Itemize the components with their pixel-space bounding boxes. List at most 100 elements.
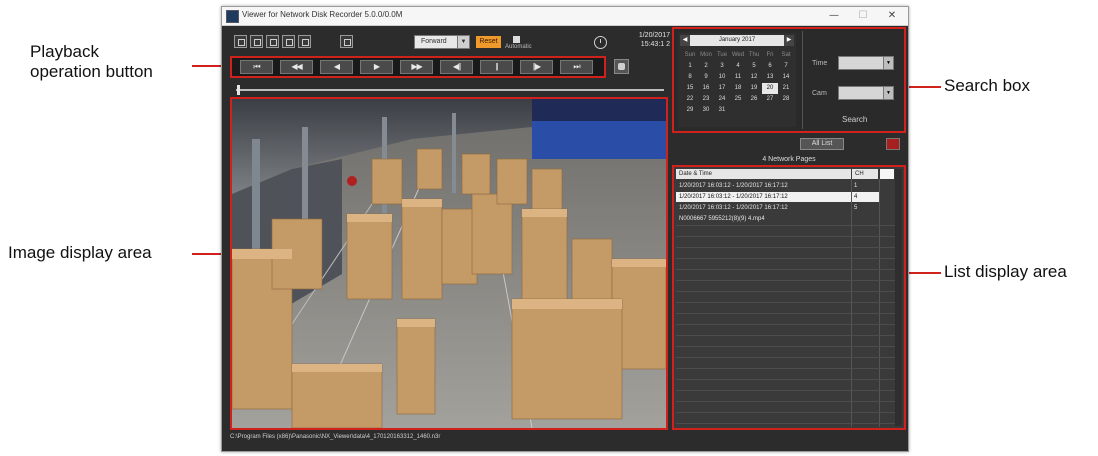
list-row-datetime: N0006667 5955212(8)(9) 4.mp4 — [679, 216, 765, 222]
column-header-ch[interactable]: CH — [852, 169, 878, 179]
reverse-play-button[interactable]: ◀ — [320, 60, 353, 74]
file-path: C:\Program Files (x86)\Panasonic\NX_View… — [230, 434, 441, 440]
list-row[interactable]: 1/20/2017 16:03:12 - 1/20/2017 16:17:12 … — [676, 203, 902, 213]
fast-reverse-button[interactable]: ◀◀ — [280, 60, 313, 74]
calendar-day[interactable]: 21 — [778, 83, 794, 94]
calendar-day[interactable]: 24 — [714, 94, 730, 105]
calendar-day[interactable]: 18 — [730, 83, 746, 94]
list-grid-line — [676, 390, 898, 391]
print-icon[interactable] — [282, 35, 295, 48]
calendar-day[interactable]: 2 — [698, 61, 714, 72]
maximize-button[interactable]: ☐ — [849, 8, 877, 23]
minimize-button[interactable]: — — [820, 8, 848, 23]
calendar-day[interactable]: 25 — [730, 94, 746, 105]
calendar-day[interactable]: 30 — [698, 105, 714, 116]
callout-playback-line2: operation button — [30, 62, 153, 81]
calendar-day[interactable]: 9 — [698, 72, 714, 83]
calendar-day[interactable]: 23 — [698, 94, 714, 105]
calendar-day[interactable]: 11 — [730, 72, 746, 83]
calendar-header: ◀ January 2017 ▶ — [680, 35, 794, 46]
calendar-day[interactable]: 19 — [746, 83, 762, 94]
image-display-area[interactable] — [230, 97, 668, 430]
delete-icon[interactable] — [886, 138, 900, 150]
calendar-day[interactable] — [730, 105, 746, 116]
pause-button[interactable]: || — [480, 60, 513, 74]
calendar-day[interactable]: 31 — [714, 105, 730, 116]
weekday-label: Tue — [716, 52, 728, 58]
seek-bar[interactable] — [236, 89, 664, 91]
page-count: 4 Network Pages — [762, 156, 816, 163]
calendar-day[interactable] — [762, 105, 778, 116]
calendar-weekday-row: Sun Mon Tue Wed Thu Fri Sat — [682, 50, 794, 61]
list-row-datetime: 1/20/2017 16:03:12 - 1/20/2017 16:17:12 — [679, 183, 788, 189]
open-file-icon[interactable] — [234, 35, 247, 48]
time-filter-select[interactable]: ▼ — [838, 56, 894, 70]
frame-forward-button[interactable]: ||▶ — [520, 60, 553, 74]
snapshot-icon[interactable] — [614, 59, 629, 74]
calendar-day[interactable]: 12 — [746, 72, 762, 83]
list-grid-line — [676, 302, 898, 303]
save-icon[interactable] — [266, 35, 279, 48]
list-row-selected[interactable]: 1/20/2017 16:03:12 - 1/20/2017 16:17:12 … — [676, 192, 880, 202]
playback-mode-value: Forward — [421, 38, 447, 45]
list-grid-line — [676, 412, 898, 413]
clock-icon[interactable] — [594, 36, 607, 49]
calendar-day[interactable]: 14 — [778, 72, 794, 83]
calendar-day[interactable]: 13 — [762, 72, 778, 83]
list-grid-line — [676, 357, 898, 358]
list-row[interactable]: N0006667 5955212(8)(9) 4.mp4 — [676, 214, 902, 224]
calendar-day[interactable] — [746, 105, 762, 116]
camera-filter-select[interactable]: ▼ — [838, 86, 894, 100]
calendar-day[interactable]: 4 — [730, 61, 746, 72]
calendar-day[interactable]: 27 — [762, 94, 778, 105]
list-row-datetime: 1/20/2017 16:03:12 - 1/20/2017 16:17:12 — [679, 205, 788, 211]
calendar-day[interactable]: 6 — [762, 61, 778, 72]
play-button[interactable]: ▶ — [360, 60, 393, 74]
list-row-datetime: 1/20/2017 16:03:12 - 1/20/2017 16:17:12 — [679, 194, 788, 200]
skip-to-start-button[interactable]: ⏮ — [240, 60, 273, 74]
list-grid-line — [676, 324, 898, 325]
column-header-date[interactable]: Date & Time — [676, 169, 851, 179]
frame-back-button[interactable]: ◀|| — [440, 60, 473, 74]
camera-filter-label: Cam — [812, 90, 827, 97]
calendar-day[interactable]: 29 — [682, 105, 698, 116]
list-row[interactable]: 1/20/2017 16:03:12 - 1/20/2017 16:17:12 … — [676, 181, 902, 191]
playback-mode-select[interactable]: Forward ▼ — [414, 35, 470, 49]
all-list-button[interactable]: All List — [800, 138, 844, 150]
calendar-day[interactable]: 26 — [746, 94, 762, 105]
prev-month-button[interactable]: ◀ — [680, 35, 690, 46]
current-datetime: 1/20/2017 15:43:1 2 — [620, 31, 670, 49]
export-icon[interactable] — [298, 35, 311, 48]
open-folder-icon[interactable] — [250, 35, 263, 48]
list-scrollbar[interactable] — [895, 169, 902, 426]
calendar-day[interactable]: 28 — [778, 94, 794, 105]
callout-playback-line1: Playback — [30, 42, 99, 61]
seek-bar-thumb[interactable] — [237, 85, 240, 95]
close-button[interactable]: ✕ — [878, 8, 906, 23]
calendar-day[interactable]: 15 — [682, 83, 698, 94]
calendar-day[interactable]: 3 — [714, 61, 730, 72]
automatic-toggle[interactable] — [513, 36, 520, 43]
calendar-day[interactable]: 17 — [714, 83, 730, 94]
search-divider — [802, 31, 803, 129]
calendar-day-selected[interactable]: 20 — [762, 83, 778, 94]
calendar-day[interactable]: 16 — [698, 83, 714, 94]
calendar-day[interactable]: 1 — [682, 61, 698, 72]
search-button[interactable]: Search — [842, 115, 867, 124]
weekday-label: Mon — [700, 52, 712, 58]
skip-to-end-button[interactable]: ⏭ — [560, 60, 593, 74]
list-grid-line — [676, 269, 898, 270]
reset-button[interactable]: Reset — [476, 36, 501, 48]
calendar-day[interactable]: 22 — [682, 94, 698, 105]
calendar-day[interactable] — [778, 105, 794, 116]
calendar-day[interactable]: 10 — [714, 72, 730, 83]
list-grid-line — [676, 368, 898, 369]
settings-icon[interactable] — [340, 35, 353, 48]
callout-playback: Playback operation button — [30, 42, 153, 82]
next-month-button[interactable]: ▶ — [784, 35, 794, 46]
calendar-day[interactable]: 7 — [778, 61, 794, 72]
fast-forward-button[interactable]: ▶▶ — [400, 60, 433, 74]
calendar-day[interactable]: 5 — [746, 61, 762, 72]
calendar-day[interactable]: 8 — [682, 72, 698, 83]
calendar-title: January 2017 — [718, 37, 756, 43]
